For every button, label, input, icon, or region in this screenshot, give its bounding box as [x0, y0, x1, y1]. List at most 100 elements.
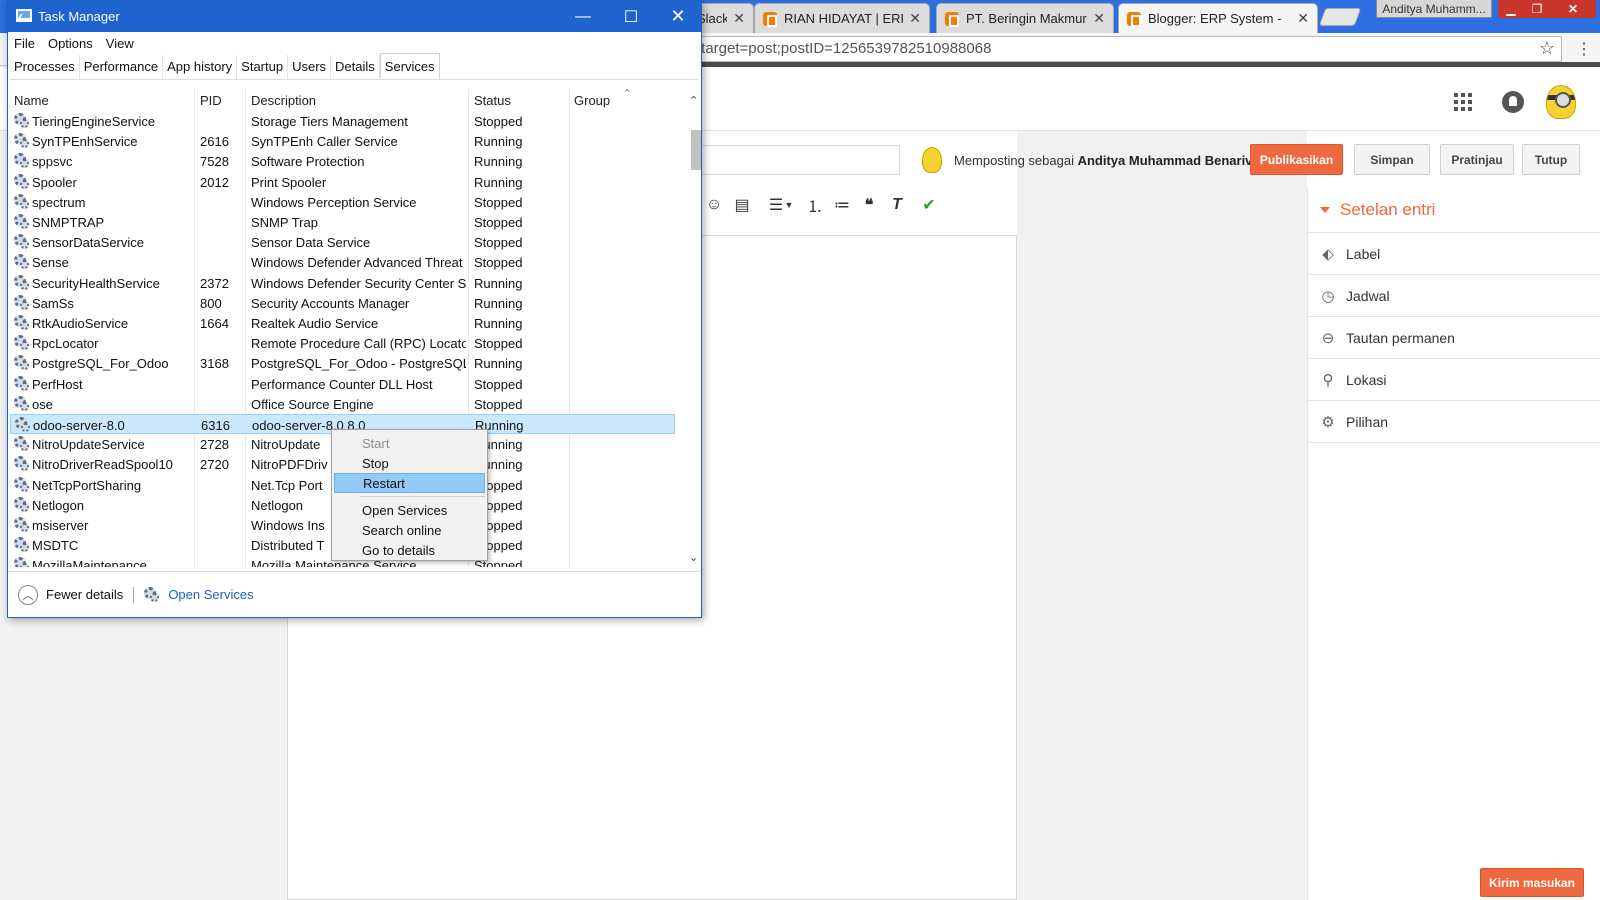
profile-button[interactable]: Anditya Muhamm...: [1376, 0, 1492, 18]
notifications-icon[interactable]: [1502, 91, 1524, 113]
settings-item-location[interactable]: ⚲ Lokasi: [1308, 359, 1600, 401]
tab-processes[interactable]: Processes: [10, 55, 80, 79]
image-icon[interactable]: ▤: [733, 196, 751, 214]
chevron-up-icon[interactable]: ︿: [18, 584, 38, 605]
close-button[interactable]: Tutup: [1522, 144, 1580, 175]
minimize-button[interactable]: ▁: [1498, 0, 1524, 18]
scroll-down-icon[interactable]: ⌄: [689, 551, 698, 564]
bulleted-list-icon[interactable]: ≔: [833, 196, 851, 214]
new-tab-button[interactable]: [1318, 8, 1362, 26]
service-name: spectrum: [32, 194, 86, 210]
scroll-up-icon[interactable]: ⌃: [689, 94, 698, 107]
table-row[interactable]: sppsvc 7528 Software Protection Running: [10, 151, 675, 171]
table-row[interactable]: SecurityHealthService 2372 Windows Defende…: [10, 273, 675, 293]
close-icon[interactable]: ✕: [909, 10, 921, 27]
close-icon[interactable]: ✕: [1297, 10, 1309, 27]
send-feedback-button[interactable]: Kirim masukan: [1480, 868, 1584, 897]
service-gear-icon: [14, 496, 30, 513]
tab-app-history[interactable]: App history: [163, 55, 238, 79]
table-row[interactable]: SNMPTRAP SNMP Trap Stopped: [10, 212, 675, 232]
menu-view[interactable]: View: [106, 36, 134, 51]
spellcheck-icon[interactable]: ✔: [920, 196, 938, 214]
table-row[interactable]: ose Office Source Engine Stopped: [10, 394, 675, 414]
post-title-input[interactable]: [690, 145, 900, 175]
fewer-details-link[interactable]: Fewer details: [46, 587, 123, 602]
settings-item-options[interactable]: ⚙ Pilihan: [1308, 401, 1600, 443]
emoji-icon[interactable]: ☺: [705, 196, 723, 214]
tab-services[interactable]: Services: [379, 53, 440, 79]
close-button[interactable]: ✕: [654, 1, 702, 32]
tab-users[interactable]: Users: [288, 55, 332, 79]
browser-tab-beringin-makmur[interactable]: PT. Beringin Makmur S ✕: [936, 3, 1114, 33]
menu-item-go-to-details[interactable]: Go to details: [334, 540, 485, 560]
service-status: Running: [474, 174, 523, 190]
table-row[interactable]: SynTPEnhService 2616 SynTPEnh Caller Servi…: [10, 131, 675, 151]
task-manager-titlebar[interactable]: Task Manager — ☐ ✕: [8, 1, 701, 32]
menu-item-stop[interactable]: Stop: [334, 453, 485, 473]
settings-item-schedule[interactable]: ◷ Jadwal: [1308, 275, 1600, 317]
menu-item-restart[interactable]: Restart: [334, 473, 485, 493]
table-row[interactable]: RtkAudioService 1664 Realtek Audio Service…: [10, 313, 675, 333]
service-status: Stopped: [474, 114, 523, 129]
table-row[interactable]: PostgreSQL_For_Odoo 3168 PostgreSQL_For_Od…: [10, 353, 675, 373]
caret-down-icon: [1320, 206, 1330, 213]
service-description: SNMP Trap: [251, 215, 318, 230]
table-row[interactable]: RpcLocator Remote Procedure Call (RPC) Lo…: [10, 333, 675, 353]
table-row[interactable]: Sense Windows Defender Advanced Threat ..…: [10, 252, 675, 272]
service-gear-icon: [14, 193, 30, 210]
menu-item-open-services[interactable]: Open Services: [334, 500, 485, 520]
avatar[interactable]: [1546, 85, 1576, 119]
column-header-group[interactable]: Group: [574, 93, 610, 111]
service-status: Running: [474, 457, 523, 473]
table-row[interactable]: Spooler 2012 Print Spooler Running: [10, 172, 675, 192]
column-header-pid[interactable]: PID: [200, 93, 222, 111]
preview-button[interactable]: Pratinjau: [1440, 144, 1514, 175]
menu-file[interactable]: File: [14, 36, 35, 51]
column-header-name[interactable]: Name: [14, 93, 49, 111]
open-services-link[interactable]: Open Services: [168, 587, 253, 602]
service-gear-icon: [14, 234, 30, 250]
close-window-button[interactable]: ✕: [1550, 0, 1596, 18]
maximize-button[interactable]: ☐: [607, 1, 655, 32]
tab-title: Blogger: ERP System -: [1148, 11, 1282, 26]
browser-tab-blogger[interactable]: Blogger: ERP System - ✕: [1118, 3, 1318, 33]
table-row[interactable]: SamSs 800 Security Accounts Manager Running: [10, 293, 675, 313]
tab-title: PT. Beringin Makmur S: [966, 11, 1088, 26]
chevron-down-icon[interactable]: ▼: [780, 196, 798, 214]
menu-options[interactable]: Options: [48, 36, 93, 51]
clear-format-icon[interactable]: T: [888, 196, 906, 214]
more-menu-icon[interactable]: ⋮: [1576, 39, 1592, 59]
quote-icon[interactable]: ❝: [860, 196, 878, 214]
tab-details[interactable]: Details: [331, 55, 380, 79]
numbered-list-icon[interactable]: ⒈: [806, 196, 824, 216]
address-bar[interactable]: /target=post;postID=1256539782510988068 …: [690, 36, 1562, 62]
star-icon[interactable]: ☆: [1539, 38, 1555, 59]
settings-item-label[interactable]: ⬖ Label: [1308, 233, 1600, 275]
close-icon[interactable]: ✕: [1093, 10, 1105, 27]
tab-startup[interactable]: Startup: [237, 55, 289, 79]
vertical-scrollbar[interactable]: ⌃ ⌄: [689, 90, 701, 568]
publish-button[interactable]: Publikasikan: [1250, 144, 1343, 175]
minimize-button[interactable]: —: [559, 1, 607, 32]
browser-tab-rian-hidayat[interactable]: RIAN HIDAYAT | ERP B ✕: [754, 3, 930, 33]
save-button[interactable]: Simpan: [1354, 144, 1430, 175]
settings-header[interactable]: Setelan entri: [1308, 187, 1600, 233]
table-row[interactable]: spectrum Windows Perception Service Stoppe…: [10, 192, 675, 212]
menu-item-start[interactable]: Start: [334, 433, 485, 453]
column-header-description[interactable]: Description: [251, 93, 316, 111]
column-header-status[interactable]: Status: [474, 93, 511, 111]
service-name: Spooler: [32, 174, 77, 190]
restore-button[interactable]: ❐: [1524, 0, 1550, 18]
service-name: SynTPEnhService: [32, 134, 138, 150]
service-status: Stopped: [474, 376, 523, 392]
tab-performance[interactable]: Performance: [80, 55, 164, 79]
close-icon[interactable]: ✕: [733, 10, 745, 27]
service-name: msiserver: [32, 518, 89, 533]
scroll-thumb[interactable]: [691, 130, 701, 170]
apps-grid-icon[interactable]: [1454, 93, 1472, 111]
menu-item-search-online[interactable]: Search online: [334, 520, 485, 540]
settings-item-permalink[interactable]: ⊖ Tautan permanen: [1308, 317, 1600, 359]
table-row[interactable]: PerfHost Performance Counter DLL Host Stop…: [10, 374, 675, 394]
table-row[interactable]: TieringEngineService Storage Tiers Manage…: [10, 111, 675, 131]
table-row[interactable]: SensorDataService Sensor Data Service Stop…: [10, 232, 675, 252]
